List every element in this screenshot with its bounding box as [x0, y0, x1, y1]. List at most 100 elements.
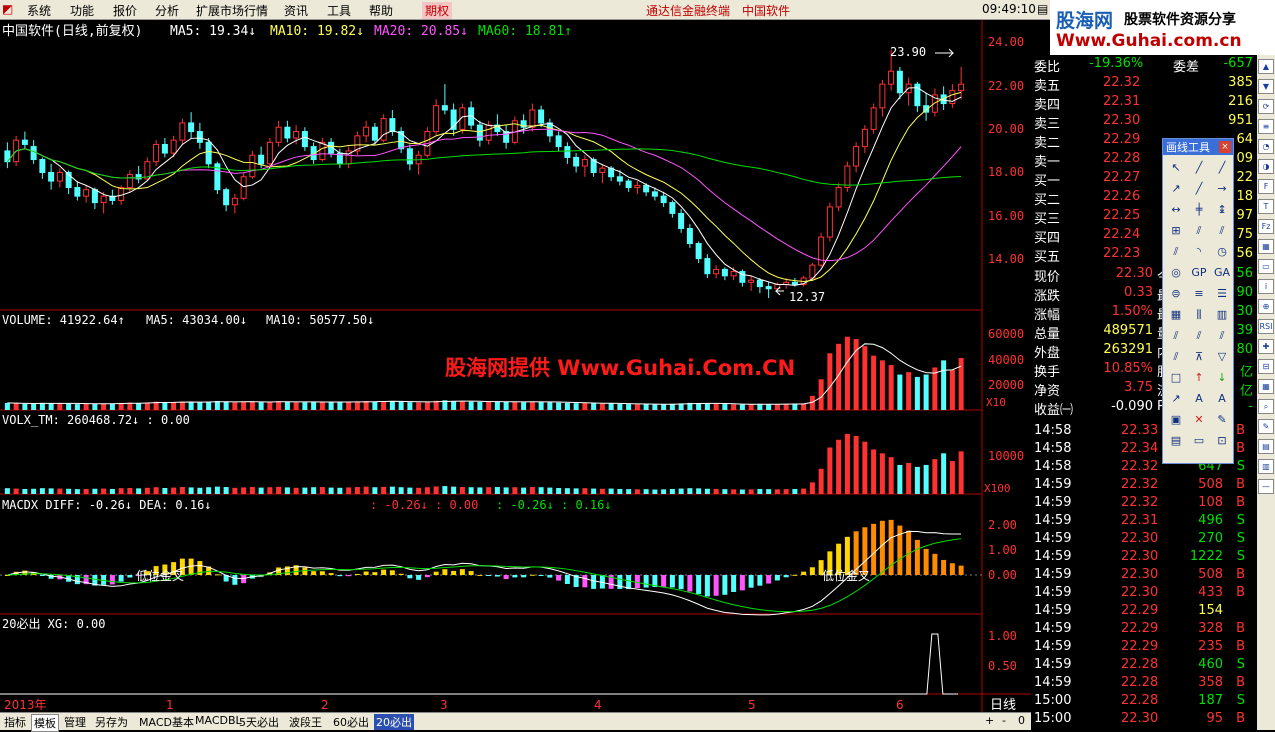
tab-indicator[interactable]: 指标: [2, 714, 28, 730]
stack-icon[interactable]: ▤: [1258, 439, 1274, 454]
tab-macd-basic[interactable]: MACD基本: [137, 714, 196, 730]
zoom-out-button[interactable]: -: [1000, 714, 1008, 727]
window-icon[interactable]: ▭: [1189, 432, 1209, 450]
text-icon[interactable]: A: [1189, 390, 1209, 408]
menu-help[interactable]: 帮助: [369, 2, 393, 19]
search-icon[interactable]: ⌕: [1258, 399, 1274, 414]
refresh-icon[interactable]: ⟳: [1258, 99, 1274, 114]
gann-price-icon[interactable]: GP: [1189, 264, 1209, 282]
text-2-icon[interactable]: A: [1212, 390, 1232, 408]
tab-60[interactable]: 60必出: [331, 714, 371, 730]
buy-arrow-icon[interactable]: ↗: [1166, 390, 1186, 408]
settings-icon[interactable]: ⊡: [1212, 432, 1232, 450]
window-menu-icon[interactable]: ▤: [1037, 2, 1048, 16]
minus-icon[interactable]: —: [1258, 479, 1274, 494]
volx-bar: [906, 463, 912, 494]
segment-icon[interactable]: ╱: [1189, 180, 1209, 198]
trend-icon[interactable]: ⫽: [1189, 327, 1209, 345]
down-arrow-icon[interactable]: ↓: [1212, 369, 1232, 387]
app-icon[interactable]: ◩: [2, 2, 13, 16]
vertical-line-icon[interactable]: ╪: [1189, 201, 1209, 219]
arrow-line-icon[interactable]: ↗: [1166, 180, 1186, 198]
tab-band-king[interactable]: 波段王: [287, 714, 324, 730]
ray-icon[interactable]: ╱: [1212, 159, 1232, 177]
stamp-icon[interactable]: ▣: [1166, 411, 1186, 429]
volx-bar: [57, 488, 63, 494]
pie-icon[interactable]: ◑: [1258, 159, 1274, 174]
rsi-icon[interactable]: RSI: [1258, 319, 1274, 334]
chart-icon[interactable]: ◔: [1258, 139, 1274, 154]
bar-icon[interactable]: ▥: [1258, 459, 1274, 474]
list-icon[interactable]: ≡: [1258, 119, 1274, 134]
tab-20[interactable]: 20必出: [374, 714, 414, 730]
tab-template[interactable]: 模板: [31, 714, 59, 732]
zoom-icon[interactable]: ⊕: [1258, 299, 1274, 314]
line-icon[interactable]: ╱: [1189, 159, 1209, 177]
parallel-icon[interactable]: ↨: [1212, 201, 1232, 219]
horizontal-ray-icon[interactable]: →: [1212, 180, 1232, 198]
tick-price: 22.30: [1121, 585, 1159, 600]
horizontal-line-icon[interactable]: ↔: [1166, 201, 1186, 219]
candle-body: [406, 148, 413, 165]
grid-2-icon[interactable]: ▥: [1212, 306, 1232, 324]
up-arrow-icon[interactable]: ▲: [1258, 59, 1274, 74]
fib-time-icon[interactable]: ☰: [1212, 285, 1232, 303]
arc-icon[interactable]: ◝: [1189, 243, 1209, 261]
trend-3-icon[interactable]: ⫽: [1166, 348, 1186, 366]
menu-extended-market[interactable]: 扩展市场行情: [196, 2, 268, 19]
menu-system[interactable]: 系统: [27, 2, 51, 19]
down-arrow-icon[interactable]: ▼: [1258, 79, 1274, 94]
macd-extra-1: : -0.26↓ : 0.00: [370, 498, 478, 512]
grid-icon[interactable]: ⊞: [1166, 222, 1186, 240]
ask-price: 22.32: [1103, 75, 1141, 90]
channel-icon[interactable]: ⫽: [1189, 222, 1209, 240]
tab-manage[interactable]: 管理: [62, 714, 88, 730]
ruler-icon[interactable]: ⊟: [1258, 359, 1274, 374]
fz-icon[interactable]: Fz: [1258, 219, 1274, 234]
zoom-in-button[interactable]: +: [983, 714, 996, 727]
tab-5day[interactable]: 5天必出: [237, 714, 281, 730]
channel-3-icon[interactable]: ⫽: [1166, 243, 1186, 261]
close-icon[interactable]: ×: [1219, 141, 1231, 153]
trend-2-icon[interactable]: ⫽: [1212, 327, 1232, 345]
box-icon[interactable]: ▦: [1166, 306, 1186, 324]
reset-button[interactable]: 0: [1016, 714, 1027, 727]
text-icon[interactable]: T: [1258, 199, 1274, 214]
tab-save-as[interactable]: 另存为: [93, 714, 130, 730]
triangle-icon[interactable]: ⊼: [1189, 348, 1209, 366]
circle-icon[interactable]: ◎: [1166, 264, 1186, 282]
pointer-icon[interactable]: ↖: [1166, 159, 1186, 177]
grid-icon[interactable]: ▦: [1258, 379, 1274, 394]
macd-bar: [118, 575, 124, 582]
macd-bar: [241, 575, 247, 584]
plus-icon[interactable]: ✚: [1258, 339, 1274, 354]
menu-news[interactable]: 资讯: [284, 2, 308, 19]
volx-bar: [818, 468, 824, 494]
period-label[interactable]: 日线: [990, 698, 1016, 712]
delete-icon[interactable]: ✕: [1189, 411, 1209, 429]
cycle-icon[interactable]: ◷: [1212, 243, 1232, 261]
drawing-tools-palette[interactable]: 画线工具 × ↖ ╱ ╱ ↗ ╱ → ↔ ╪ ↨ ⊞ ⫽ ⫽ ⫽ ◝ ◷ ◎ GP GA ⊜ ≡ ☰ ▦ ⫼ ▥ ⫽ ⫽ ⫽ ⫽ ⊼ ▽ □…: [1162, 138, 1234, 464]
rectangle-icon[interactable]: □: [1166, 369, 1186, 387]
gann-fan-icon[interactable]: ⊜: [1166, 285, 1186, 303]
down-triangle-icon[interactable]: ▽: [1212, 348, 1232, 366]
candle-body: [643, 184, 650, 193]
list-icon[interactable]: ▤: [1166, 432, 1186, 450]
pitchfork-icon[interactable]: ⫽: [1166, 327, 1186, 345]
fund-icon[interactable]: F: [1258, 179, 1274, 194]
menu-tools[interactable]: 工具: [327, 2, 351, 19]
speed-line-icon[interactable]: ⫼: [1189, 306, 1209, 324]
up-arrow-icon[interactable]: ↑: [1189, 369, 1209, 387]
menu-analysis[interactable]: 分析: [155, 2, 179, 19]
gann-angle-icon[interactable]: GA: [1212, 264, 1232, 282]
fibonacci-icon[interactable]: ≡: [1189, 285, 1209, 303]
menu-quote[interactable]: 报价: [113, 2, 137, 19]
pen-icon[interactable]: ✎: [1258, 419, 1274, 434]
info-icon[interactable]: i: [1258, 279, 1274, 294]
screen-icon[interactable]: ▭: [1258, 259, 1274, 274]
channel-2-icon[interactable]: ⫽: [1212, 222, 1232, 240]
layout-icon[interactable]: ▦: [1258, 239, 1274, 254]
menu-options[interactable]: 期权: [422, 2, 453, 19]
pencil-icon[interactable]: ✎: [1212, 411, 1232, 429]
menu-function[interactable]: 功能: [70, 2, 94, 19]
